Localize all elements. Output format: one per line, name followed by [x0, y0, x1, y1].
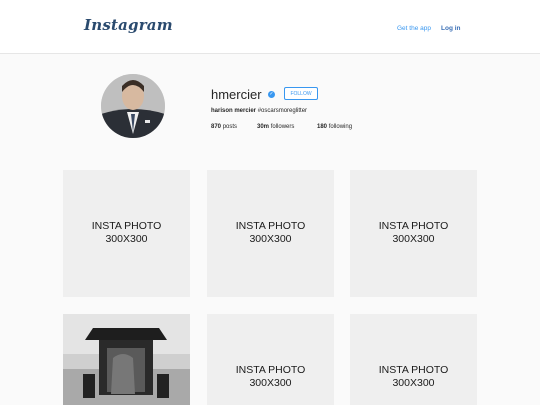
photo-placeholder-text: INSTA PHOTO 300X300 [235, 220, 306, 245]
posts-label: posts [222, 124, 238, 130]
following-count: 180 [317, 124, 328, 130]
photo-placeholder-text: INSTA PHOTO 300X300 [91, 220, 162, 245]
followers-stat[interactable]: 30m followers [257, 124, 294, 130]
car-photo [63, 314, 190, 405]
posts-stat: 870 posts [211, 124, 237, 130]
followers-count: 30m [257, 124, 270, 130]
photo-tile[interactable]: INSTA PHOTO 300X300 [207, 170, 334, 297]
photo-placeholder-text: INSTA PHOTO 300X300 [378, 364, 449, 389]
top-nav-bar: Instagram Get the app Log in [0, 0, 540, 54]
log-in-link[interactable]: Log in [441, 25, 461, 32]
instagram-logo[interactable]: Instagram [84, 16, 173, 34]
photo-tile[interactable]: INSTA PHOTO 300X300 [63, 170, 190, 297]
follow-button[interactable]: FOLLOW [284, 87, 318, 100]
verified-badge-icon: ✓ [268, 91, 275, 98]
profile-bio: harison mercier #oscarsmoreglitter [211, 108, 307, 114]
photo-tile[interactable]: INSTA PHOTO 300X300 [350, 170, 477, 297]
photo-tile[interactable]: INSTA PHOTO 300X300 [350, 314, 477, 405]
profile-full-name: harison mercier [211, 108, 257, 114]
posts-count: 870 [211, 124, 222, 130]
bio-hashtag[interactable]: #oscarsmoreglitter [258, 108, 307, 114]
photo-tile[interactable]: INSTA PHOTO 300X300 [207, 314, 334, 405]
get-the-app-link[interactable]: Get the app [397, 25, 431, 32]
followers-label: followers [270, 124, 295, 130]
profile-username: hmercier [211, 87, 262, 102]
avatar[interactable] [101, 74, 165, 138]
following-stat[interactable]: 180 following [317, 124, 352, 130]
photo-placeholder-text: INSTA PHOTO 300X300 [235, 364, 306, 389]
photo-placeholder-text: INSTA PHOTO 300X300 [378, 220, 449, 245]
following-label: following [328, 124, 353, 130]
photo-tile[interactable] [63, 314, 190, 405]
avatar-photo [101, 74, 165, 138]
